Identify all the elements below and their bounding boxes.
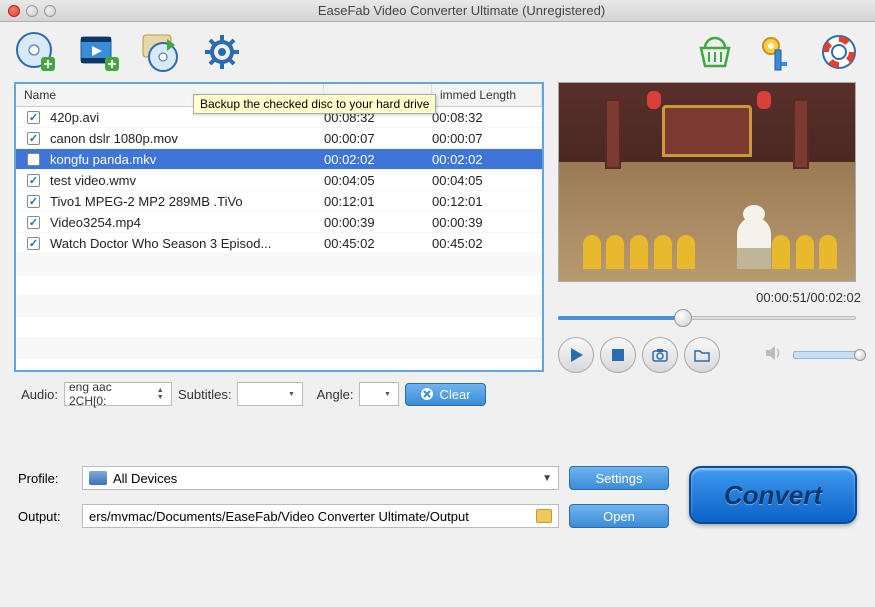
file-trimmed: 00:45:02 xyxy=(432,236,540,251)
stop-button[interactable] xyxy=(600,337,636,373)
file-length: 00:02:02 xyxy=(324,152,432,167)
seek-slider[interactable] xyxy=(558,309,856,327)
profile-select[interactable]: All Devices ▼ xyxy=(82,466,559,490)
audio-select[interactable]: eng aac 2CH[0:▲▼ xyxy=(64,382,172,406)
table-row-empty xyxy=(16,317,542,338)
register-key-button[interactable] xyxy=(755,30,799,74)
row-checkbox[interactable] xyxy=(27,174,40,187)
browse-folder-icon[interactable] xyxy=(536,509,552,523)
output-label: Output: xyxy=(18,509,72,524)
row-checkbox[interactable] xyxy=(27,132,40,145)
file-name: Tivo1 MPEG-2 MP2 289MB .TiVo xyxy=(44,194,324,209)
open-button[interactable]: Open xyxy=(569,504,669,528)
camera-icon xyxy=(651,346,669,364)
table-row[interactable]: Video3254.mp400:00:3900:00:39 xyxy=(16,212,542,233)
table-row[interactable]: kongfu panda.mkv00:02:0200:02:02 xyxy=(16,149,542,170)
row-checkbox[interactable] xyxy=(27,237,40,250)
file-name: canon dslr 1080p.mov xyxy=(44,131,324,146)
snapshot-button[interactable] xyxy=(642,337,678,373)
device-icon xyxy=(89,471,107,485)
playback-time: 00:00:51/00:02:02 xyxy=(558,290,861,305)
subtitles-label: Subtitles: xyxy=(178,387,231,402)
row-checkbox[interactable] xyxy=(27,195,40,208)
settings-gear-button[interactable] xyxy=(200,30,244,74)
window-minimize-button[interactable] xyxy=(26,5,38,17)
open-output-button[interactable] xyxy=(684,337,720,373)
play-icon xyxy=(567,346,585,364)
titlebar: EaseFab Video Converter Ultimate (Unregi… xyxy=(0,0,875,22)
file-length: 00:45:02 xyxy=(324,236,432,251)
file-length: 00:00:39 xyxy=(324,215,432,230)
column-trimmed[interactable]: immed Length xyxy=(432,84,542,106)
angle-select[interactable]: ▼ xyxy=(359,382,399,406)
file-trimmed: 00:12:01 xyxy=(432,194,540,209)
file-trimmed: 00:04:05 xyxy=(432,173,540,188)
file-list: Name immed Length 420p.avi00:08:3200:08:… xyxy=(14,82,544,372)
file-trimmed: 00:08:32 xyxy=(432,110,540,125)
clear-icon xyxy=(420,387,434,401)
file-length: 00:04:05 xyxy=(324,173,432,188)
file-length: 00:12:01 xyxy=(324,194,432,209)
volume-icon xyxy=(763,342,787,369)
folder-icon xyxy=(693,346,711,364)
clear-button[interactable]: Clear xyxy=(405,383,485,406)
file-name: Video3254.mp4 xyxy=(44,215,324,230)
file-name: Watch Doctor Who Season 3 Episod... xyxy=(44,236,324,251)
tooltip: Backup the checked disc to your hard dri… xyxy=(193,94,436,114)
table-row-empty xyxy=(16,275,542,296)
settings-button[interactable]: Settings xyxy=(569,466,669,490)
table-row[interactable]: test video.wmv00:04:0500:04:05 xyxy=(16,170,542,191)
purchase-basket-button[interactable] xyxy=(693,30,737,74)
row-checkbox[interactable] xyxy=(27,216,40,229)
row-checkbox[interactable] xyxy=(27,111,40,124)
output-path-field[interactable]: ers/mvmac/Documents/EaseFab/Video Conver… xyxy=(82,504,559,528)
load-dvd-button[interactable] xyxy=(14,30,58,74)
file-name: test video.wmv xyxy=(44,173,324,188)
window-title: EaseFab Video Converter Ultimate (Unregi… xyxy=(56,3,867,18)
video-preview[interactable] xyxy=(558,82,856,282)
table-row[interactable]: Tivo1 MPEG-2 MP2 289MB .TiVo00:12:0100:1… xyxy=(16,191,542,212)
window-close-button[interactable] xyxy=(8,5,20,17)
stop-icon xyxy=(610,347,626,363)
file-trimmed: 00:00:39 xyxy=(432,215,540,230)
volume-slider[interactable] xyxy=(793,351,861,359)
table-row-empty xyxy=(16,254,542,275)
file-length: 00:00:07 xyxy=(324,131,432,146)
window-zoom-button[interactable] xyxy=(44,5,56,17)
row-checkbox[interactable] xyxy=(27,153,40,166)
help-lifebuoy-button[interactable] xyxy=(817,30,861,74)
main-toolbar xyxy=(0,22,875,82)
table-row-empty xyxy=(16,338,542,359)
backup-disc-button[interactable] xyxy=(138,30,182,74)
file-trimmed: 00:02:02 xyxy=(432,152,540,167)
audio-label: Audio: xyxy=(14,387,58,402)
convert-button[interactable]: Convert xyxy=(689,466,857,524)
profile-label: Profile: xyxy=(18,471,72,486)
play-button[interactable] xyxy=(558,337,594,373)
table-row[interactable]: canon dslr 1080p.mov00:00:0700:00:07 xyxy=(16,128,542,149)
angle-label: Angle: xyxy=(309,387,353,402)
add-video-button[interactable] xyxy=(76,30,120,74)
table-row[interactable]: Watch Doctor Who Season 3 Episod...00:45… xyxy=(16,233,542,254)
file-trimmed: 00:00:07 xyxy=(432,131,540,146)
table-row-empty xyxy=(16,296,542,317)
file-name: kongfu panda.mkv xyxy=(44,152,324,167)
subtitles-select[interactable]: ▼ xyxy=(237,382,303,406)
